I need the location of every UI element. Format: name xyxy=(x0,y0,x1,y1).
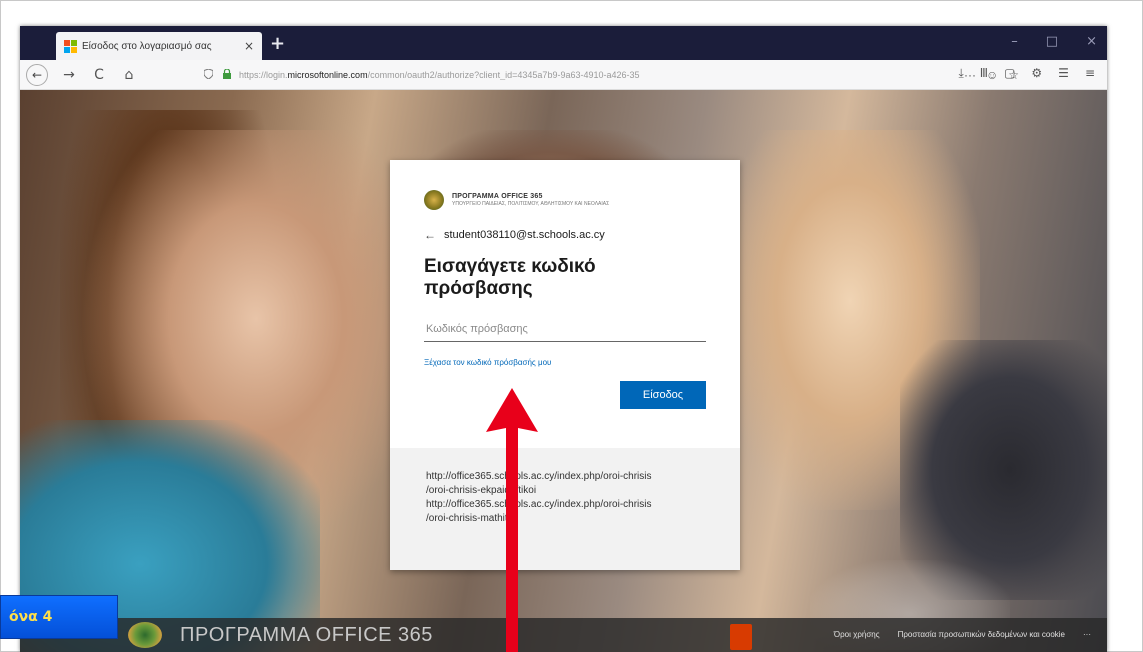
more-options-icon[interactable]: ··· xyxy=(1083,630,1091,639)
home-icon[interactable]: ⌂ xyxy=(120,67,138,83)
browser-titlebar: Είσοδος στο λογαριασμό σας × + – □ × xyxy=(20,26,1107,60)
login-heading: Εισαγάγετε κωδικό πρόσβασης xyxy=(424,256,596,299)
org-logo: ΠΡΟΓΡΑΜΜΑ OFFICE 365 ΥΠΟΥΡΓΕΙΟ ΠΑΙΔΕΙΑΣ,… xyxy=(424,190,706,210)
signin-button[interactable]: Είσοδος xyxy=(620,381,706,409)
url-text: https://login.microsoftonline.com/common… xyxy=(239,70,840,80)
window-controls: – □ × xyxy=(1011,34,1097,49)
terms-url-line[interactable]: /oroi-chrisis-ekpaideftikoi xyxy=(426,484,704,498)
org-text: ΠΡΟΓΡΑΜΜΑ OFFICE 365 ΥΠΟΥΡΓΕΙΟ ΠΑΙΔΕΙΑΣ,… xyxy=(452,193,609,207)
signin-row: Είσοδος xyxy=(424,381,706,409)
tab-close-icon[interactable]: × xyxy=(244,39,254,53)
url-domain: microsoftonline.com xyxy=(287,70,368,80)
reload-icon[interactable]: C xyxy=(90,67,108,83)
figure-caption: όνα 4 xyxy=(0,595,118,639)
footer-links: Όροι χρήσης Προστασία προσωπικών δεδομέν… xyxy=(834,630,1091,639)
extension-icon[interactable]: ⚙ xyxy=(1031,66,1042,81)
tracking-shield-icon[interactable] xyxy=(203,67,214,82)
office-logo-icon xyxy=(730,624,752,650)
microsoft-favicon-icon xyxy=(64,40,77,53)
terms-url-line[interactable]: http://office365.schools.ac.cy/index.php… xyxy=(426,470,704,484)
extension2-icon[interactable]: ☰ xyxy=(1058,66,1069,81)
back-icon[interactable]: ← xyxy=(26,63,48,86)
login-card-main: ΠΡΟΓΡΑΜΜΑ OFFICE 365 ΥΠΟΥΡΓΕΙΟ ΠΑΙΔΕΙΑΣ,… xyxy=(390,160,740,448)
login-card: ΠΡΟΓΡΑΜΜΑ OFFICE 365 ΥΠΟΥΡΓΕΙΟ ΠΑΙΔΕΙΑΣ,… xyxy=(390,160,740,570)
url-path: /common/oauth2/authorize?client_id=4345a… xyxy=(367,70,640,80)
page-content: ΠΡΟΓΡΑΜΜΑ OFFICE 365 ΥΠΟΥΡΓΕΙΟ ΠΑΙΔΕΙΑΣ,… xyxy=(20,90,1107,652)
close-window-icon[interactable]: × xyxy=(1086,34,1097,49)
org-subtitle: ΥΠΟΥΡΓΕΙΟ ΠΑΙΔΕΙΑΣ, ΠΟΛΙΤΙΣΜΟΥ, ΑΘΛΗΤΙΣΜ… xyxy=(452,201,610,207)
footer-title: ΠΡΟΓΡΑΜΜΑ OFFICE 365 xyxy=(180,624,433,646)
maximize-icon[interactable]: □ xyxy=(1046,34,1058,49)
identity-row[interactable]: ← student038110@st.schools.ac.cy xyxy=(424,228,706,242)
red-arrow-icon xyxy=(486,388,538,652)
library-icon[interactable]: Ⅲ xyxy=(980,66,988,81)
terms-of-use-link[interactable]: Όροι χρήσης xyxy=(834,630,880,639)
url-bar[interactable]: https://login.microsoftonline.com/common… xyxy=(203,64,1019,86)
org-seal-icon xyxy=(424,190,444,210)
sidebar-icon[interactable]: ▢ xyxy=(1004,66,1015,81)
browser-tab[interactable]: Είσοδος στο λογαριασμό σας × xyxy=(56,32,262,60)
password-input[interactable] xyxy=(424,316,706,342)
url-prefix: https://login. xyxy=(239,70,288,80)
privacy-cookies-link[interactable]: Προστασία προσωπικών δεδομένων και cooki… xyxy=(898,630,1065,639)
login-card-footer: http://office365.schools.ac.cy/index.php… xyxy=(390,448,740,570)
menu-icon[interactable]: ≡ xyxy=(1085,66,1095,81)
org-name: ΠΡΟΓΡΑΜΜΑ OFFICE 365 xyxy=(452,193,543,200)
page-footer-bar: ΠΡΟΓΡΑΜΜΑ OFFICE 365 Όροι χρήσης Προστασ… xyxy=(20,618,1107,652)
caption-text: όνα 4 xyxy=(9,609,53,625)
program-logo-icon xyxy=(128,622,162,648)
forgot-password-link[interactable]: Ξέχασα τον κωδικό πρόσβασής μου xyxy=(424,358,706,367)
terms-url-line[interactable]: /oroi-chrisis-mathites xyxy=(426,512,704,526)
forward-icon[interactable]: → xyxy=(60,67,78,83)
identity-email: student038110@st.schools.ac.cy xyxy=(444,229,605,241)
tab-title: Είσοδος στο λογαριασμό σας xyxy=(82,40,212,52)
minimize-icon[interactable]: – xyxy=(1011,34,1018,49)
new-tab-icon[interactable]: + xyxy=(270,33,285,54)
back-arrow-icon[interactable]: ← xyxy=(424,228,436,242)
browser-window: Είσοδος στο λογαριασμό σας × + – □ × ← →… xyxy=(20,26,1107,652)
lock-icon[interactable] xyxy=(223,67,231,82)
toolbar-icons: ⤓ Ⅲ ▢ ⚙ ☰ ≡ xyxy=(958,66,1095,81)
browser-navbar: ← → C ⌂ https://login.microsoftonline.co… xyxy=(20,60,1107,90)
downloads-icon[interactable]: ⤓ xyxy=(958,66,963,81)
terms-url-line[interactable]: http://office365.schools.ac.cy/index.php… xyxy=(426,498,704,512)
